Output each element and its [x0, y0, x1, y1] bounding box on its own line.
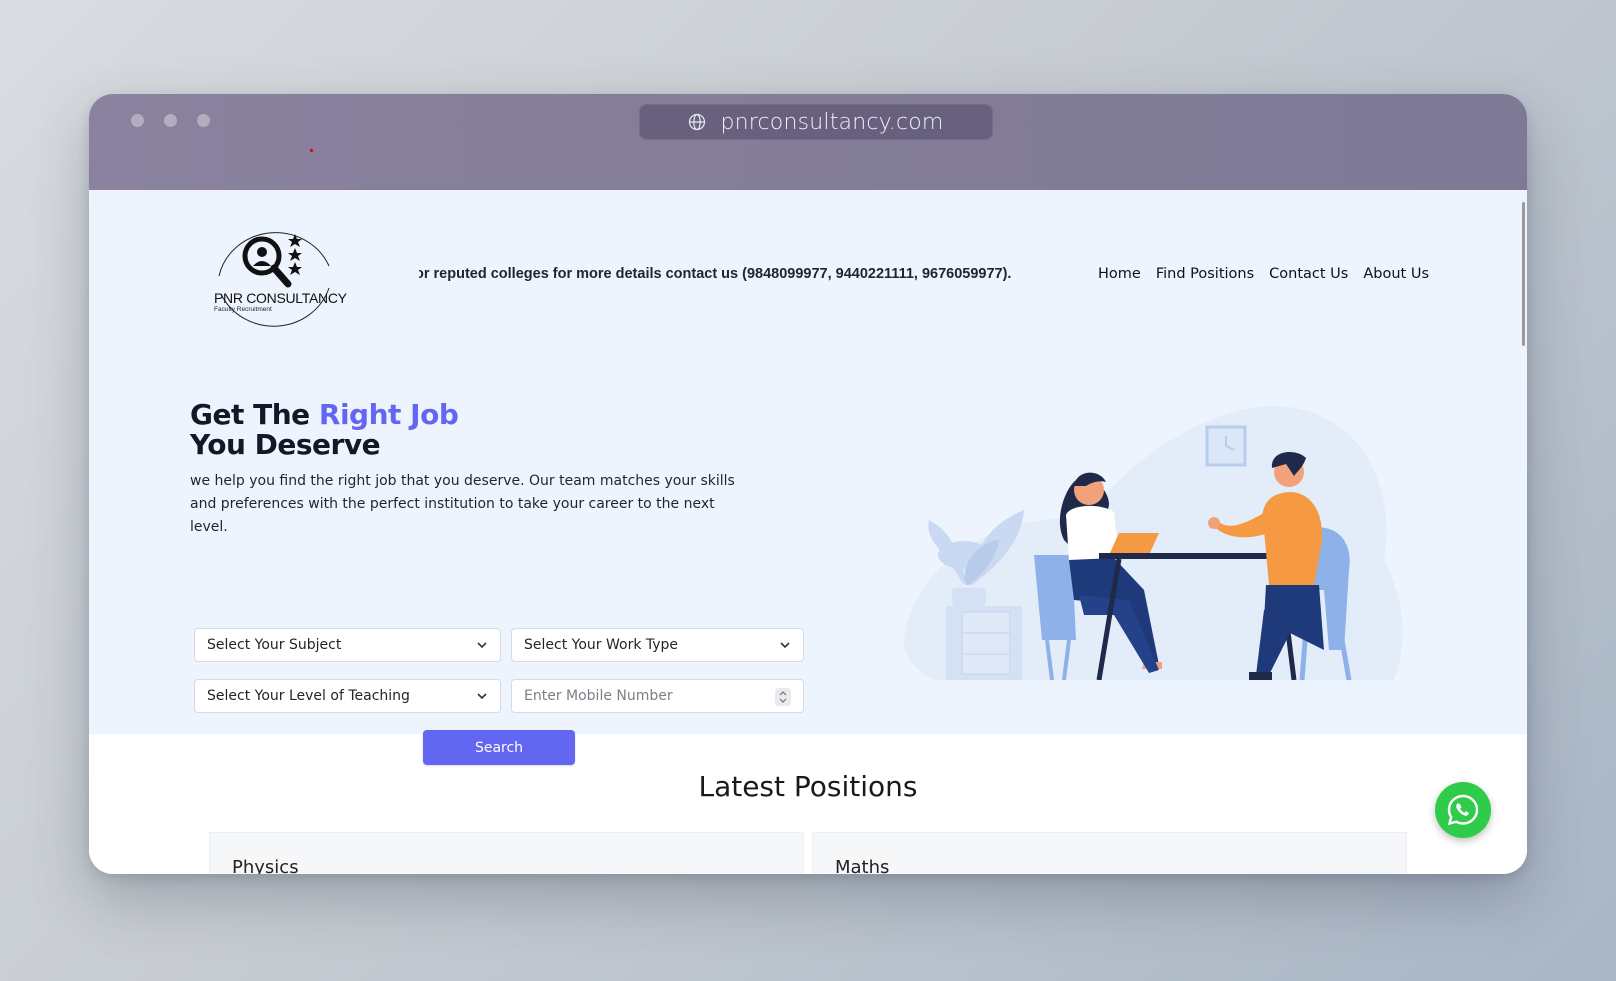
- close-window-button[interactable]: [131, 114, 144, 127]
- mobile-number-placeholder: Enter Mobile Number: [524, 688, 673, 704]
- mobile-number-input[interactable]: Enter Mobile Number: [511, 679, 804, 713]
- nav-find-positions[interactable]: Find Positions: [1156, 266, 1254, 282]
- minimize-window-button[interactable]: [164, 114, 177, 127]
- position-card-title: Maths: [835, 857, 890, 874]
- window-controls: [131, 114, 210, 127]
- work-type-select[interactable]: Select Your Work Type: [511, 628, 804, 662]
- main-nav: Home Find Positions Contact Us About Us: [1098, 266, 1429, 282]
- whatsapp-button[interactable]: [1435, 782, 1491, 838]
- page-scrollbar[interactable]: [1522, 202, 1525, 346]
- teaching-level-select-value: Select Your Level of Teaching: [207, 688, 410, 704]
- web-page: PNR CONSULTANCY Faculty Recruitment or r…: [89, 190, 1527, 874]
- chevron-down-icon: [477, 693, 487, 700]
- globe-icon: [689, 113, 706, 131]
- announcement-ticker: or reputed colleges for more details con…: [419, 266, 1099, 282]
- subject-select[interactable]: Select Your Subject: [194, 628, 501, 662]
- hero-title-accent: Right Job: [318, 398, 459, 431]
- subject-select-value: Select Your Subject: [207, 637, 342, 653]
- hero-title: Get The Right Job You Deserve: [190, 398, 459, 461]
- hero-title-part1: Get The: [190, 398, 319, 431]
- teaching-level-select[interactable]: Select Your Level of Teaching: [194, 679, 501, 713]
- position-card-maths[interactable]: Maths: [812, 832, 1407, 874]
- whatsapp-icon: [1447, 794, 1479, 826]
- search-button[interactable]: Search: [423, 730, 575, 765]
- browser-titlebar: pnrconsultancy.com: [89, 94, 1527, 190]
- interview-illustration: [904, 406, 1403, 680]
- url-text: pnrconsultancy.com: [720, 109, 944, 135]
- cursor-dot: [310, 149, 313, 152]
- number-spinner[interactable]: [775, 688, 791, 706]
- hero-description: we help you find the right job that you …: [190, 473, 735, 535]
- nav-home[interactable]: Home: [1098, 266, 1141, 282]
- latest-positions-title: Latest Positions: [698, 770, 918, 803]
- hero-title-part2: You Deserve: [190, 428, 381, 461]
- chevron-down-icon: [477, 642, 487, 649]
- pnr-logo-icon[interactable]: [209, 216, 339, 336]
- position-card-physics[interactable]: Physics: [209, 832, 804, 874]
- spinner-arrows-icon: [779, 691, 787, 703]
- ticker-text: or reputed colleges for more details con…: [419, 266, 1012, 282]
- logo-tagline: Faculty Recruitment: [214, 306, 272, 313]
- browser-window: pnrconsultancy.com PNR CONSULTANCY Facul…: [89, 94, 1527, 874]
- maximize-window-button[interactable]: [197, 114, 210, 127]
- position-card-title: Physics: [232, 857, 299, 874]
- nav-about-us[interactable]: About Us: [1363, 266, 1429, 282]
- address-bar[interactable]: pnrconsultancy.com: [639, 104, 993, 140]
- nav-contact-us[interactable]: Contact Us: [1269, 266, 1348, 282]
- logo-name: PNR CONSULTANCY: [214, 290, 347, 306]
- chevron-down-icon: [780, 642, 790, 649]
- work-type-select-value: Select Your Work Type: [524, 637, 679, 653]
